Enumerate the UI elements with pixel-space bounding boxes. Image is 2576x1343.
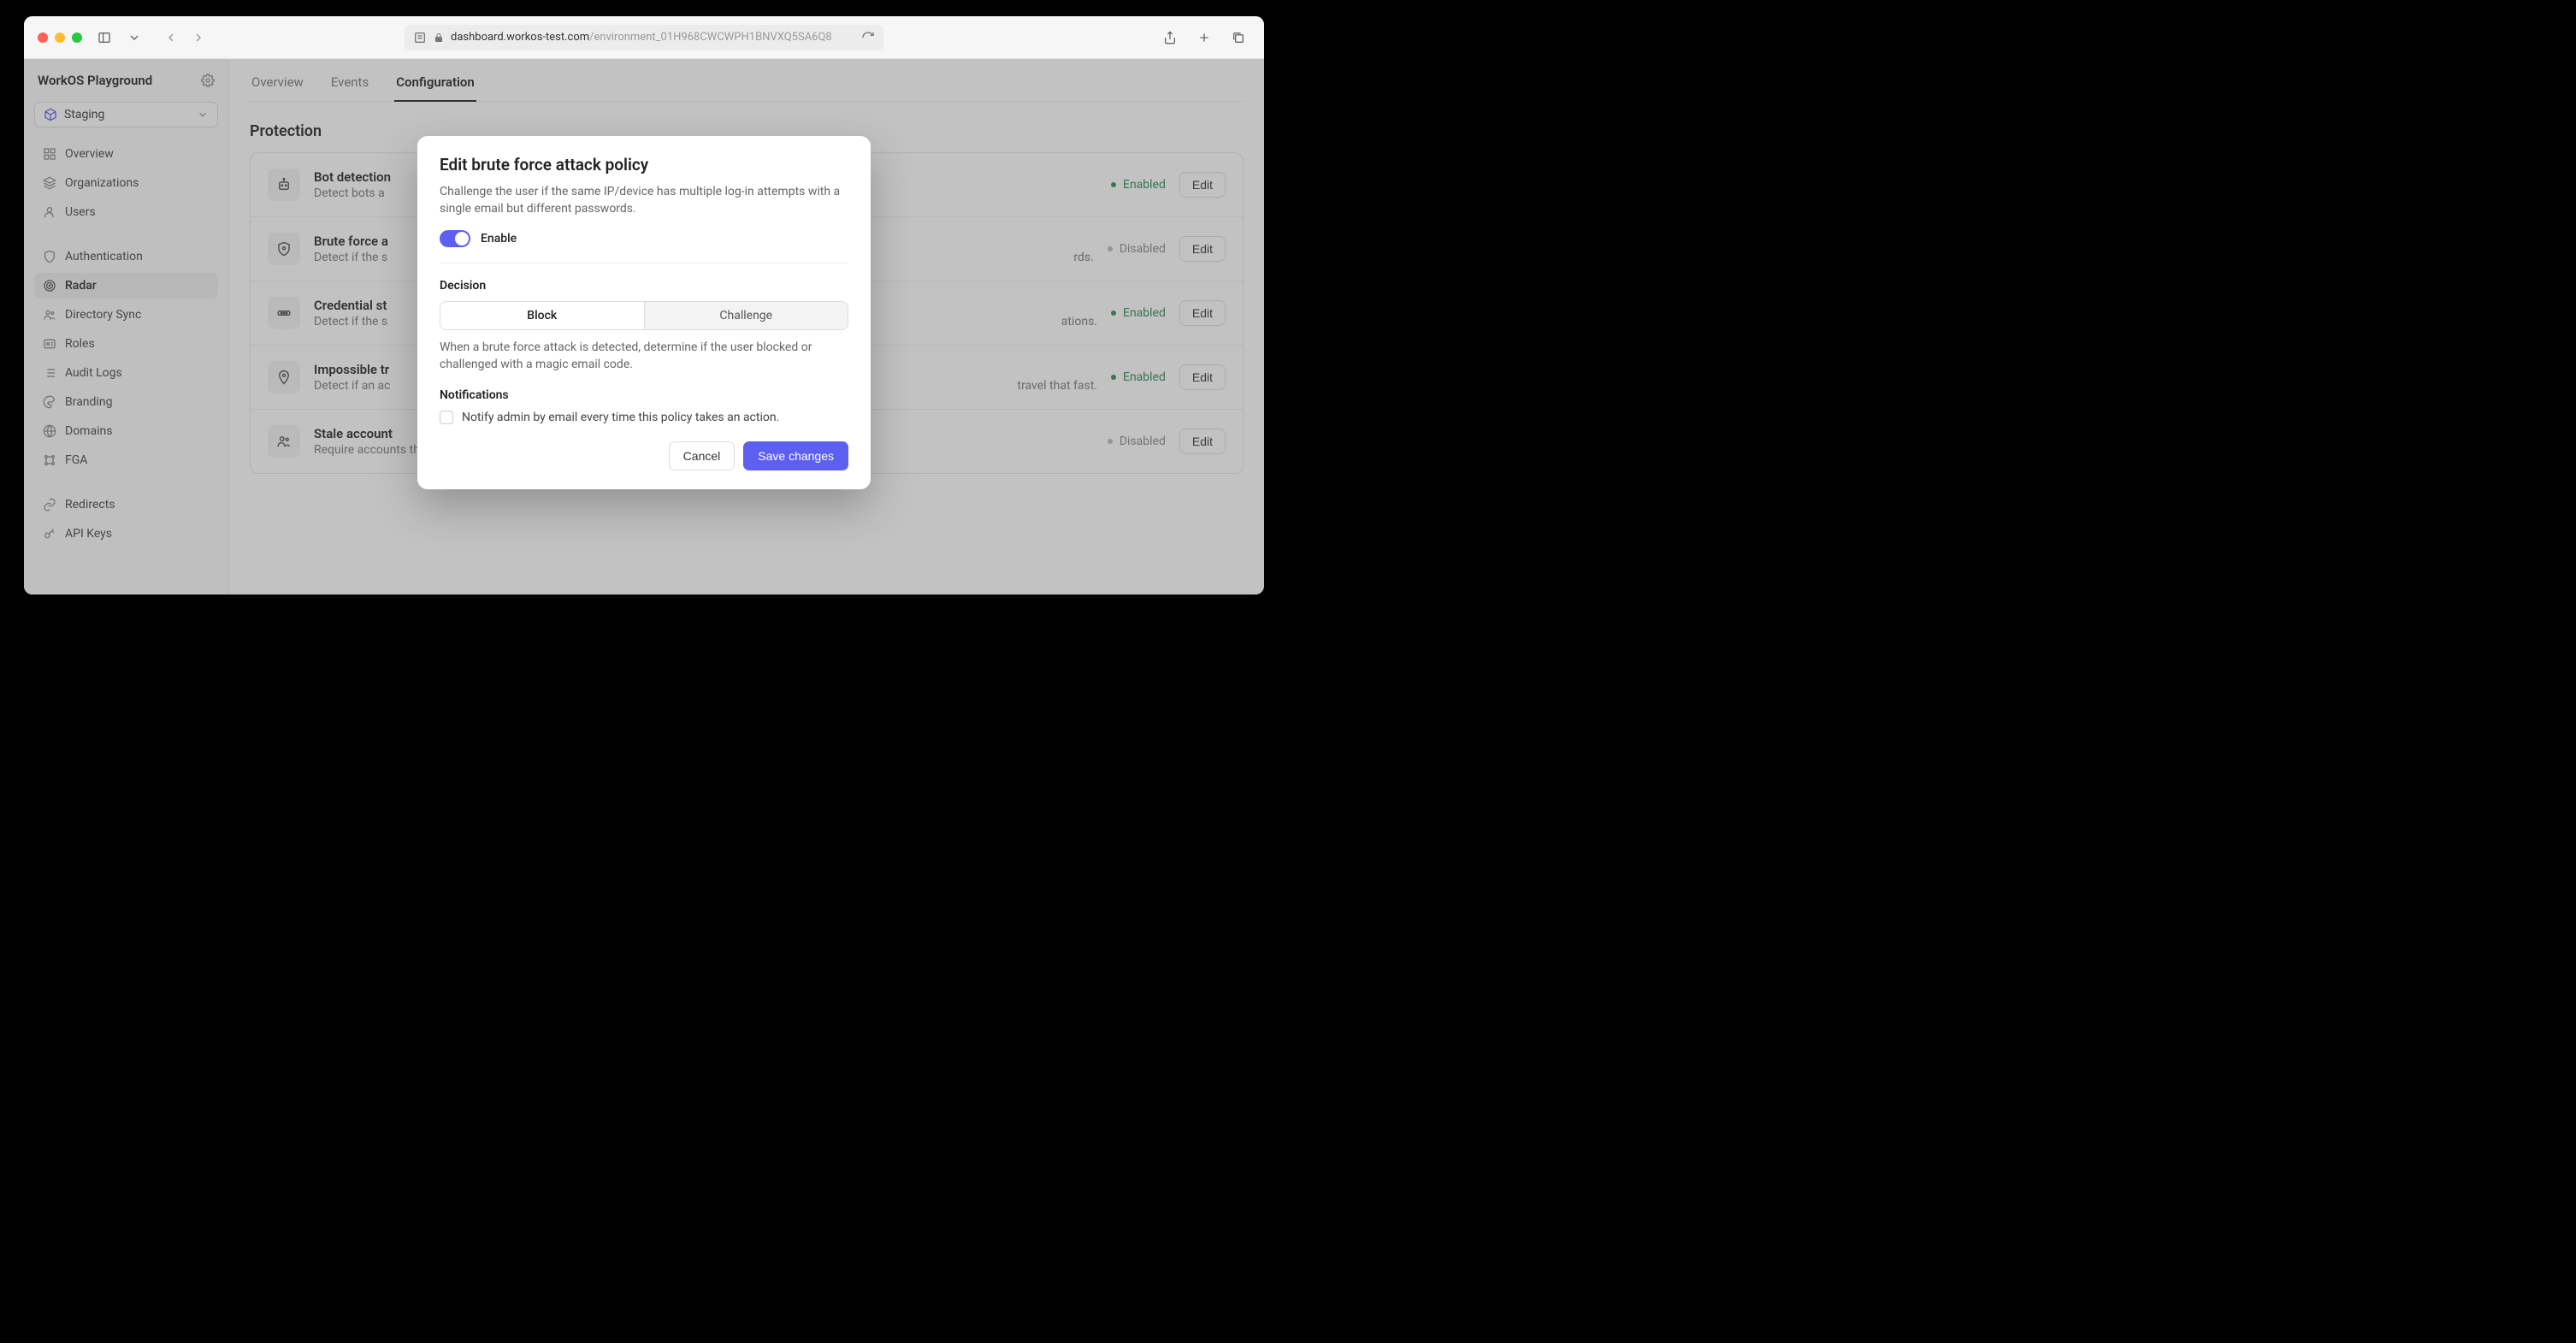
maximize-window-button[interactable]: [72, 33, 82, 43]
window-controls: [38, 33, 82, 43]
reload-icon[interactable]: [861, 31, 875, 44]
close-window-button[interactable]: [38, 33, 48, 43]
notify-label: Notify admin by email every time this po…: [462, 411, 779, 424]
share-icon[interactable]: [1158, 26, 1182, 50]
chevron-down-icon[interactable]: [127, 26, 142, 50]
modal-title: Edit brute force attack policy: [440, 155, 848, 175]
browser-window: dashboard.workos-test.com/environment_01…: [24, 16, 1264, 595]
decision-help-text: When a brute force attack is detected, d…: [440, 339, 848, 374]
modal-description: Challenge the user if the same IP/device…: [440, 183, 848, 218]
notifications-heading: Notifications: [440, 388, 848, 402]
cancel-button[interactable]: Cancel: [669, 441, 736, 470]
modal-overlay[interactable]: Edit brute force attack policy Challenge…: [24, 59, 1264, 595]
decision-heading: Decision: [440, 279, 848, 293]
decision-challenge-option[interactable]: Challenge: [645, 302, 848, 329]
decision-block-option[interactable]: Block: [440, 302, 645, 329]
forward-button[interactable]: [186, 26, 210, 50]
url-text: dashboard.workos-test.com/environment_01…: [451, 31, 854, 44]
reader-icon: [413, 31, 427, 44]
back-button[interactable]: [159, 26, 183, 50]
enable-toggle[interactable]: [440, 230, 470, 247]
save-button[interactable]: Save changes: [743, 441, 848, 470]
sidebar-toggle-icon[interactable]: [92, 26, 116, 50]
app-content: WorkOS Playground Staging Overview Organ…: [24, 59, 1264, 595]
lock-icon: [434, 33, 444, 43]
minimize-window-button[interactable]: [55, 33, 65, 43]
address-bar[interactable]: dashboard.workos-test.com/environment_01…: [405, 25, 883, 50]
tabs-icon[interactable]: [1226, 26, 1250, 50]
new-tab-icon[interactable]: [1192, 26, 1216, 50]
notify-checkbox[interactable]: [440, 411, 453, 424]
browser-titlebar: dashboard.workos-test.com/environment_01…: [24, 16, 1264, 59]
edit-policy-modal: Edit brute force attack policy Challenge…: [417, 136, 871, 489]
decision-segmented-control: Block Challenge: [440, 301, 848, 330]
enable-label: Enable: [481, 232, 517, 246]
